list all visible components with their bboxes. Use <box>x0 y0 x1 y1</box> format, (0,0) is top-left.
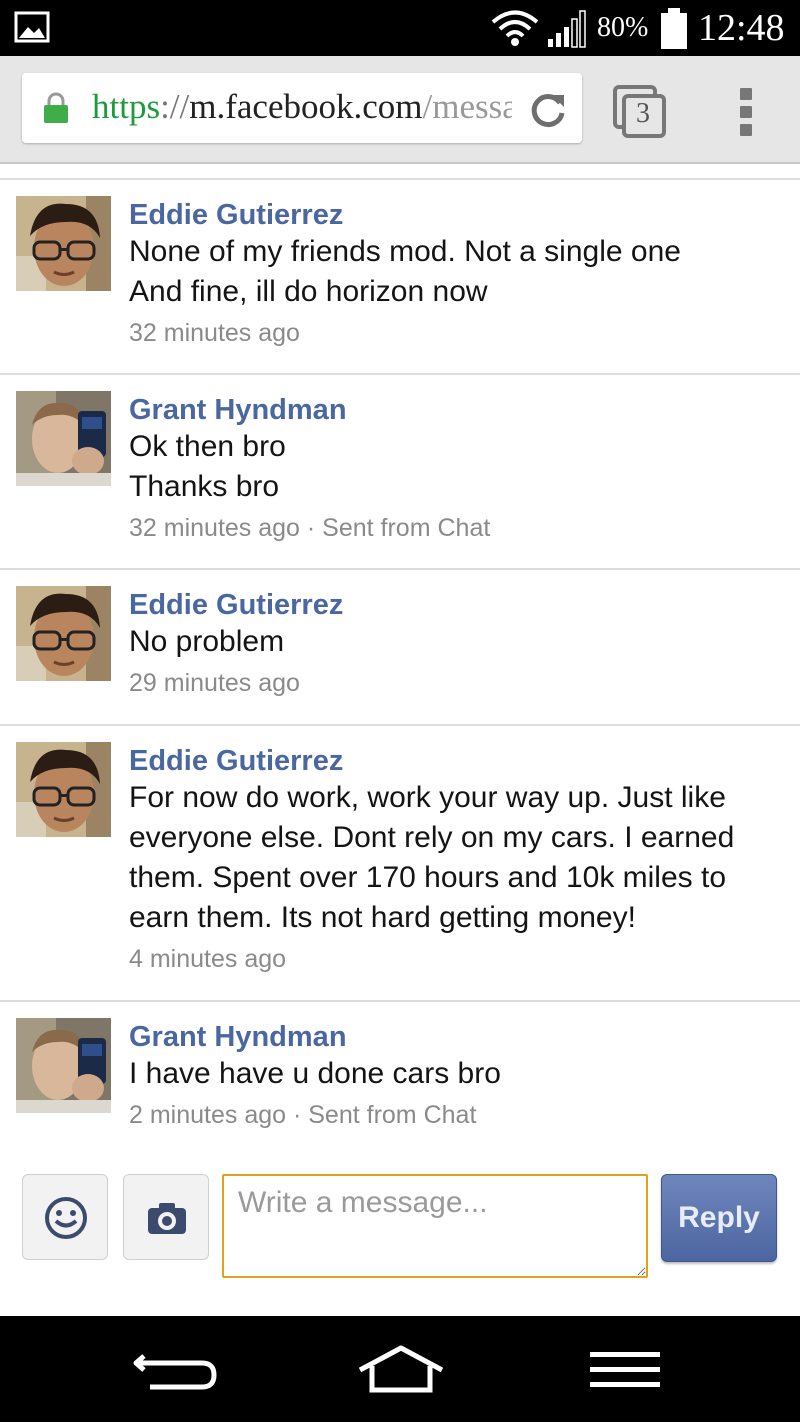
home-icon[interactable] <box>356 1344 446 1396</box>
signal-icon <box>548 10 586 48</box>
url-path: /messag <box>422 87 512 126</box>
message-text-line: For now do work, work your way up. Just … <box>129 781 726 814</box>
avatar-grant[interactable] <box>16 1018 111 1113</box>
url-scheme: https <box>92 87 161 126</box>
message-text-line: I have have u done cars bro <box>129 1057 501 1090</box>
menu-dot <box>740 88 752 100</box>
lock-icon <box>44 92 68 123</box>
message-item: Grant Hyndman I have have u done cars br… <box>0 1000 800 1152</box>
smiley-icon <box>45 1197 87 1239</box>
photo-button[interactable] <box>123 1174 209 1260</box>
sender-name[interactable]: Grant Hyndman <box>129 1020 770 1054</box>
message-text-line: No problem <box>129 625 285 658</box>
menu-icon[interactable] <box>588 1350 662 1390</box>
address-bar[interactable]: https://m.facebook.com/messag <box>22 73 582 143</box>
message-text-line: earn them. Its not hard getting money! <box>129 901 636 934</box>
gallery-icon <box>14 11 50 43</box>
message-timestamp: 32 minutes ago · Sent from Chat <box>129 514 491 542</box>
avatar-grant[interactable] <box>16 391 111 486</box>
url-text[interactable]: https://m.facebook.com/messag <box>92 87 512 127</box>
avatar-eddie[interactable] <box>16 586 111 681</box>
overflow-menu-button[interactable] <box>730 84 760 140</box>
message-item: Eddie Gutierrez For now do work, work yo… <box>0 724 800 1000</box>
camera-icon <box>148 1203 186 1234</box>
back-icon[interactable] <box>132 1346 222 1394</box>
browser-toolbar: https://m.facebook.com/messag <box>0 56 800 164</box>
battery-percent: 80% <box>597 12 649 43</box>
menu-dot <box>740 106 752 118</box>
message-text-line: None of my friends mod. Not a single one <box>129 235 681 268</box>
message-text-line: Thanks bro <box>129 470 280 503</box>
message-timestamp: 4 minutes ago <box>129 945 287 973</box>
system-nav-bar <box>0 1316 800 1422</box>
url-host: m.facebook.com <box>189 87 423 126</box>
sender-name[interactable]: Eddie Gutierrez <box>129 744 770 778</box>
message-thread: Eddie Gutierrez None of my friends mod. … <box>0 178 800 1152</box>
emoji-button[interactable] <box>22 1174 108 1260</box>
tab-switcher-button[interactable]: 3 <box>612 84 668 140</box>
reply-button[interactable]: Reply <box>661 1174 777 1262</box>
message-text-line: them. Spent over 170 hours and 10k miles… <box>129 861 727 894</box>
message-item: Eddie Gutierrez No problem 29 minutes ag… <box>0 568 800 724</box>
avatar-eddie[interactable] <box>16 742 111 837</box>
clock: 12:48 <box>698 7 785 49</box>
battery-icon <box>661 8 687 49</box>
message-text-line: And fine, ill do horizon now <box>129 275 488 308</box>
sender-name[interactable]: Eddie Gutierrez <box>129 588 770 622</box>
message-item: Eddie Gutierrez None of my friends mod. … <box>0 178 800 373</box>
menu-dot <box>740 124 752 136</box>
tab-count: 3 <box>636 98 650 129</box>
message-text-line: Ok then bro <box>129 430 286 463</box>
message-timestamp: 2 minutes ago · Sent from Chat <box>129 1101 477 1129</box>
sender-name[interactable]: Eddie Gutierrez <box>129 198 770 232</box>
message-timestamp: 29 minutes ago <box>129 669 300 697</box>
url-separator: :// <box>160 87 190 126</box>
message-timestamp: 32 minutes ago <box>129 319 300 347</box>
message-item: Grant Hyndman Ok then bro Thanks bro 32 … <box>0 373 800 568</box>
avatar-eddie[interactable] <box>16 196 111 291</box>
message-input[interactable] <box>222 1174 648 1278</box>
status-bar: 80% 12:48 <box>0 0 800 56</box>
reload-icon[interactable] <box>528 89 568 129</box>
sender-name[interactable]: Grant Hyndman <box>129 393 770 427</box>
wifi-icon <box>491 10 539 46</box>
message-text-line: everyone else. Dont rely on my cars. I e… <box>129 821 735 854</box>
message-composer: Reply <box>0 1172 800 1282</box>
